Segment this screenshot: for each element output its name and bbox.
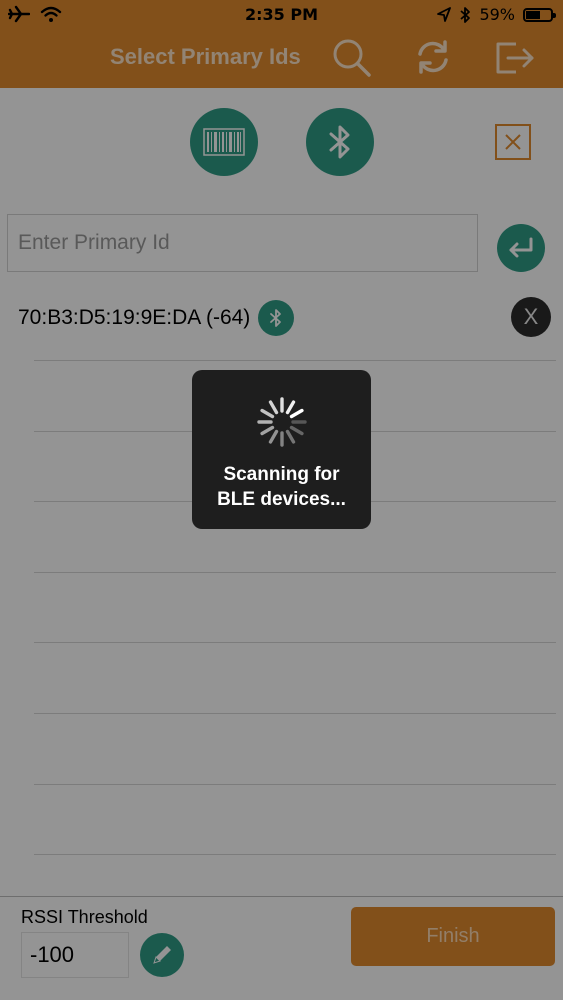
spinner-spoke: [268, 429, 279, 444]
loading-dialog: Scanning for BLE devices...: [192, 370, 371, 529]
spinner-icon: [257, 397, 307, 447]
spinner-spoke: [260, 425, 275, 436]
loading-message-line-2: BLE devices...: [217, 489, 346, 510]
spinner-spoke: [285, 429, 296, 444]
spinner-spoke: [268, 400, 279, 415]
spinner-spoke: [289, 425, 304, 436]
spinner-spoke: [260, 408, 275, 419]
spinner-spoke: [285, 400, 296, 415]
loading-message: Scanning for BLE devices...: [192, 462, 371, 512]
loading-message-line-1: Scanning for: [223, 464, 340, 485]
spinner-spoke: [289, 408, 304, 419]
